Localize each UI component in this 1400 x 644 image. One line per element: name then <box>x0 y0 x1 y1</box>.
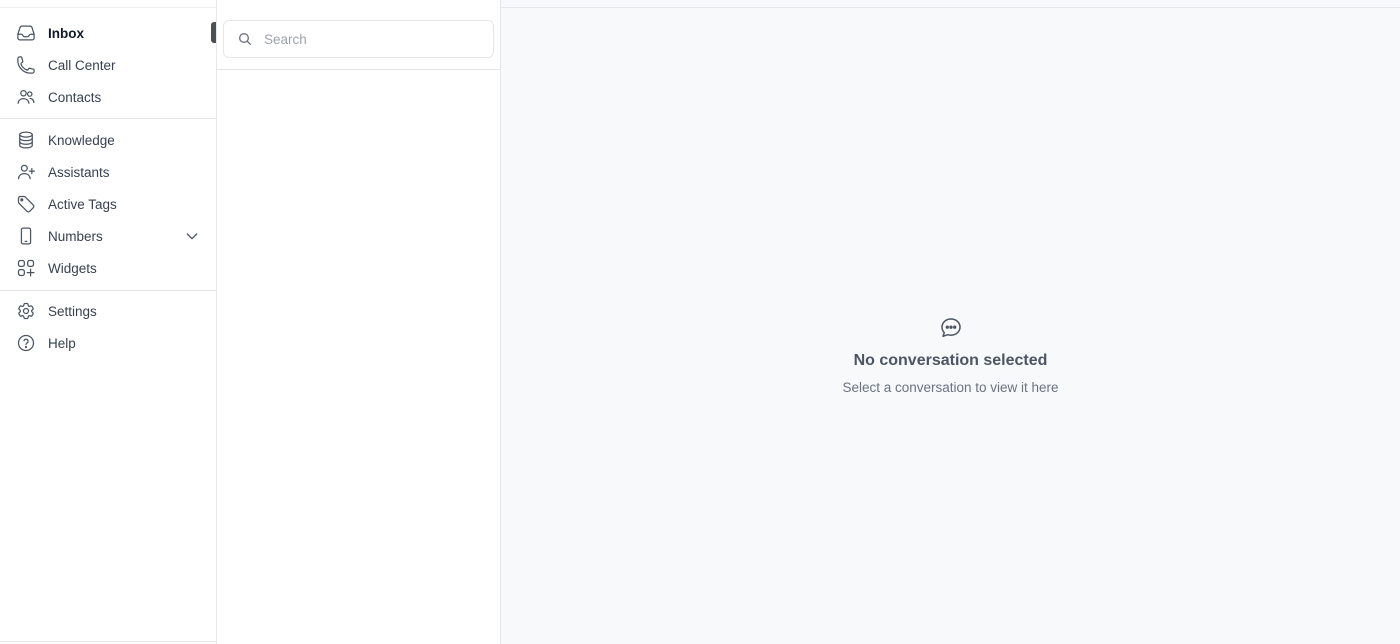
widgets-icon <box>16 258 36 278</box>
sidebar-divider <box>0 290 216 291</box>
chat-bubble-icon <box>939 316 963 340</box>
sidebar-item-widgets[interactable]: Widgets <box>0 252 216 284</box>
sidebar-item-inbox[interactable]: Inbox <box>0 17 216 49</box>
sidebar-item-label: Assistants <box>48 164 110 180</box>
main-top-border <box>501 7 1400 8</box>
sidebar-item-label: Inbox <box>48 25 84 41</box>
nav-group-tertiary: Settings Help <box>0 295 216 359</box>
sidebar-item-label: Numbers <box>48 228 103 244</box>
sidebar-item-settings[interactable]: Settings <box>0 295 216 327</box>
sidebar-item-label: Call Center <box>48 57 116 73</box>
empty-state: No conversation selected Select a conver… <box>501 316 1400 395</box>
user-plus-icon <box>16 162 36 182</box>
device-phone-icon <box>16 226 36 246</box>
phone-icon <box>16 55 36 75</box>
sidebar-item-assistants[interactable]: Assistants <box>0 156 216 188</box>
sidebar-item-knowledge[interactable]: Knowledge <box>0 124 216 156</box>
sidebar-item-call-center[interactable]: Call Center <box>0 49 216 81</box>
database-icon <box>16 130 36 150</box>
users-icon <box>16 87 36 107</box>
list-divider <box>217 69 501 70</box>
sidebar-item-label: Help <box>48 335 76 351</box>
sidebar-item-label: Active Tags <box>48 196 117 212</box>
gear-icon <box>16 301 36 321</box>
sidebar-top-border <box>0 7 216 8</box>
conversation-list-pane <box>217 0 501 644</box>
app-root: Inbox Call Center Contacts Knowledge Ass… <box>0 0 1400 644</box>
chevron-down-icon[interactable] <box>184 228 200 244</box>
sidebar-divider <box>0 118 216 119</box>
sidebar-item-label: Settings <box>48 303 97 319</box>
search-input[interactable] <box>264 31 484 47</box>
empty-state-subtitle: Select a conversation to view it here <box>842 380 1059 395</box>
sidebar-item-active-tags[interactable]: Active Tags <box>0 188 216 220</box>
empty-state-title: No conversation selected <box>853 352 1048 369</box>
nav-group-secondary: Knowledge Assistants Active Tags Numbers <box>0 124 216 284</box>
search-icon <box>237 31 253 47</box>
search-box[interactable] <box>223 20 494 58</box>
tag-icon <box>16 194 36 214</box>
sidebar-item-numbers[interactable]: Numbers <box>0 220 216 252</box>
nav-group-primary: Inbox Call Center Contacts <box>0 17 216 113</box>
sidebar-item-label: Knowledge <box>48 132 115 148</box>
sidebar-item-label: Contacts <box>48 89 102 105</box>
sidebar-item-label: Widgets <box>48 260 97 276</box>
inbox-icon <box>16 23 36 43</box>
conversation-panel: No conversation selected Select a conver… <box>501 0 1400 644</box>
sidebar-bottom-border <box>0 641 216 642</box>
sidebar-item-help[interactable]: Help <box>0 327 216 359</box>
help-circle-icon <box>16 333 36 353</box>
sidebar-item-contacts[interactable]: Contacts <box>0 81 216 113</box>
sidebar: Inbox Call Center Contacts Knowledge Ass… <box>0 0 217 644</box>
